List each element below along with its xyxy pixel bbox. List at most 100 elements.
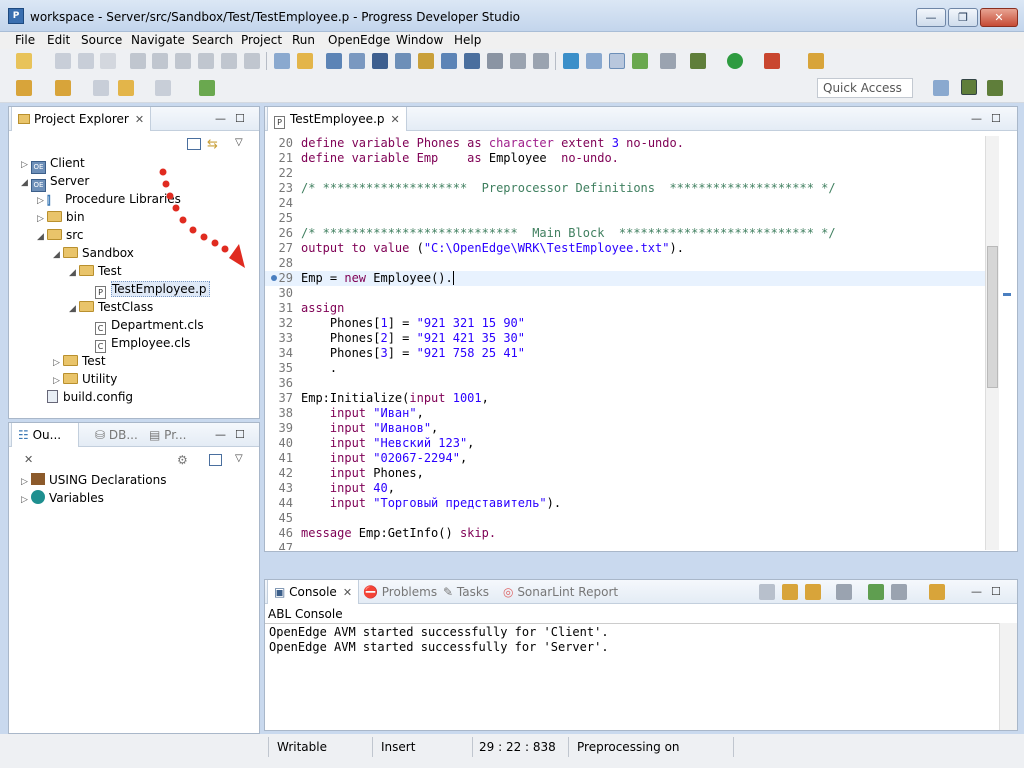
maximize-panel-icon[interactable]: ☐ — [991, 112, 1001, 125]
code-line[interactable]: 46 message Emp:GetInfo() skip. — [265, 526, 985, 541]
code-line[interactable]: 22 — [265, 166, 985, 181]
wizard-icon[interactable] — [660, 53, 676, 69]
ampersand-icon[interactable] — [609, 53, 625, 69]
tab-problems[interactable]: ⛔ Problems — [357, 580, 443, 604]
maximize-button[interactable]: ❐ — [948, 8, 978, 27]
step-return-icon[interactable] — [244, 53, 260, 69]
code-line[interactable]: 25 — [265, 211, 985, 226]
code-area[interactable]: 20 define variable Phones as character ex… — [265, 136, 985, 550]
menu-window[interactable]: Window — [396, 33, 443, 47]
format-icon[interactable] — [274, 53, 290, 69]
menu-search[interactable]: Search — [192, 33, 233, 47]
menu-file[interactable]: File — [15, 33, 35, 47]
step-into-icon[interactable] — [198, 53, 214, 69]
code-line[interactable]: 31 assign — [265, 301, 985, 316]
tree-item[interactable]: ▷ OE Client — [21, 154, 85, 174]
expand-icon[interactable]: ◢ — [37, 228, 47, 246]
code-line[interactable]: 30 — [265, 286, 985, 301]
quick-access-input[interactable]: Quick Access — [817, 78, 913, 98]
scroll-lock-icon[interactable] — [782, 584, 798, 600]
last-edit-icon[interactable] — [93, 80, 109, 96]
close-icon[interactable]: ✕ — [135, 108, 144, 132]
open-perspective-icon[interactable] — [199, 80, 215, 96]
gear-icon[interactable] — [510, 53, 526, 69]
monitor-icon[interactable] — [372, 53, 388, 69]
code-line[interactable]: 28 — [265, 256, 985, 271]
expand-icon[interactable]: ◢ — [69, 300, 79, 318]
run-icon[interactable] — [727, 53, 743, 69]
magnify-icon[interactable] — [487, 53, 503, 69]
menu-navigate[interactable]: Navigate — [131, 33, 185, 47]
view-menu-icon[interactable]: ▽ — [235, 137, 243, 148]
code-line[interactable]: 36 — [265, 376, 985, 391]
debug-perspective-icon[interactable] — [987, 80, 1003, 96]
code-line[interactable]: 21 define variable Emp as Employee no-und… — [265, 151, 985, 166]
expand-icon[interactable]: ▷ — [21, 491, 31, 509]
collapse-all-icon[interactable] — [187, 138, 201, 150]
tab-outline[interactable]: ☷ Ou...✕ — [11, 423, 79, 466]
db-icon[interactable] — [533, 53, 549, 69]
code-line[interactable]: 33 Phones[2] = "921 421 35 30" — [265, 331, 985, 346]
code-line[interactable]: 34 Phones[3] = "921 758 25 41" — [265, 346, 985, 361]
tree-item[interactable]: ▷ bin — [37, 208, 85, 226]
tab-console[interactable]: ▣ Console ✕ — [267, 580, 360, 605]
code-line[interactable]: 42 input Phones, — [265, 466, 985, 481]
minimize-button[interactable]: — — [916, 8, 946, 27]
tree-item[interactable]: ◢ Sandbox — [53, 244, 134, 262]
code-line[interactable]: 41 input "02067-2294", — [265, 451, 985, 466]
grid-icon[interactable] — [326, 53, 342, 69]
code-line[interactable]: 40 input "Невский 123", — [265, 436, 985, 451]
open-console-icon[interactable] — [891, 584, 907, 600]
tree-item[interactable]: P TestEmployee.p — [85, 280, 210, 299]
new-console-icon[interactable] — [929, 584, 945, 600]
code-line[interactable]: 45 — [265, 511, 985, 526]
stop-icon[interactable] — [152, 53, 168, 69]
back-icon[interactable] — [118, 80, 134, 96]
search-tool-icon[interactable] — [441, 53, 457, 69]
clear-console-icon[interactable] — [759, 584, 775, 600]
run-disabled-icon[interactable] — [130, 53, 146, 69]
step-over-icon[interactable] — [221, 53, 237, 69]
maximize-panel-icon[interactable]: ☐ — [235, 112, 245, 125]
tab-properties[interactable]: ▤ Pr... — [143, 423, 192, 447]
link-editor-icon[interactable]: ⇆ — [207, 137, 218, 152]
database-icon[interactable] — [563, 53, 579, 69]
code-line[interactable]: 29 Emp = new Employee(). — [265, 271, 985, 286]
perspective-icon[interactable] — [933, 80, 949, 96]
tree-item[interactable]: build.config — [37, 388, 133, 406]
menu-edit[interactable]: Edit — [47, 33, 70, 47]
oe-perspective-icon[interactable] — [961, 79, 977, 95]
code-line[interactable]: 24 — [265, 196, 985, 211]
tree-item[interactable]: C Department.cls — [85, 316, 204, 335]
forward-icon[interactable] — [155, 80, 171, 96]
inspect-icon[interactable] — [349, 53, 365, 69]
code-line[interactable]: 43 input 40, — [265, 481, 985, 496]
minimize-panel-icon[interactable]: — — [971, 112, 982, 125]
tree-item[interactable]: ◢ src — [37, 226, 84, 244]
close-icon[interactable]: ✕ — [343, 581, 352, 605]
tree-item[interactable]: ◢ OE Server — [21, 172, 89, 192]
tree-item[interactable]: ◢ Test — [69, 262, 122, 280]
code-line[interactable]: 47 — [265, 541, 985, 550]
sql-icon[interactable] — [464, 53, 480, 69]
minimize-panel-icon[interactable]: — — [215, 112, 226, 125]
code-line[interactable]: 38 input "Иван", — [265, 406, 985, 421]
collapse-all-icon[interactable] — [209, 454, 222, 466]
minimize-panel-icon[interactable]: — — [971, 585, 982, 598]
minimize-panel-icon[interactable]: — — [215, 428, 226, 441]
close-icon[interactable]: ✕ — [24, 448, 33, 472]
menu-project[interactable]: Project — [241, 33, 282, 47]
report-icon[interactable] — [418, 53, 434, 69]
code-line[interactable]: 35 . — [265, 361, 985, 376]
tab-sonarlint[interactable]: ◎ SonarLint Report — [497, 580, 624, 604]
menu-openedge[interactable]: OpenEdge — [328, 33, 390, 47]
menu-source[interactable]: Source — [81, 33, 122, 47]
prev-annotation-icon[interactable] — [55, 80, 71, 96]
code-line[interactable]: 37 Emp:Initialize(input 1001, — [265, 391, 985, 406]
edit-pencil-icon[interactable] — [586, 53, 602, 69]
layout-icon[interactable] — [395, 53, 411, 69]
new-file-icon[interactable] — [16, 53, 32, 69]
close-button[interactable]: ✕ — [980, 8, 1018, 27]
word-wrap-icon[interactable] — [805, 584, 821, 600]
code-line[interactable]: 44 input "Торговый представитель"). — [265, 496, 985, 511]
